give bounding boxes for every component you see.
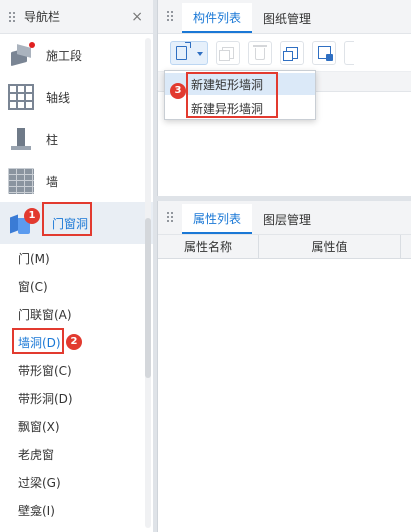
nav-subitem-strip-opening[interactable]: 带形洞(D): [0, 384, 153, 412]
chevron-down-icon[interactable]: [197, 51, 203, 56]
callout-badge-3: 3: [170, 83, 186, 99]
tab-component-list[interactable]: 构件列表: [182, 3, 253, 33]
menu-item-new-custom-opening[interactable]: 新建异形墙洞: [165, 97, 315, 119]
copy-component-button[interactable]: [216, 40, 240, 65]
navigation-panel: 导航栏 × 施工段 轴线 柱 墙 门窗洞 门(M) 窗(C) 门联窗(A) 墙洞…: [0, 0, 154, 532]
tab-layer-management[interactable]: 图层管理: [252, 204, 322, 234]
nav-subitem-door-window[interactable]: 门联窗(A): [0, 300, 153, 328]
callout-badge-1: 1: [24, 208, 40, 224]
close-icon[interactable]: ×: [131, 9, 143, 25]
nav-category-wall[interactable]: 墙: [0, 160, 153, 202]
drag-grip-icon[interactable]: [166, 10, 174, 22]
construction-segment-icon: [8, 42, 35, 68]
nav-subitem-bay-window[interactable]: 飘窗(X): [0, 412, 153, 440]
wall-icon: [8, 168, 34, 194]
callout-badge-2: 2: [66, 334, 82, 350]
nav-category-axis[interactable]: 轴线: [0, 76, 153, 118]
tab-drawing-management[interactable]: 图纸管理: [252, 3, 322, 33]
nav-category-column[interactable]: 柱: [0, 118, 153, 160]
trash-icon: [253, 45, 267, 60]
property-grid-header: 属性名称 属性值: [158, 235, 411, 259]
nav-category-door-window-opening[interactable]: 门窗洞: [0, 202, 153, 244]
nav-category-label: 轴线: [46, 90, 71, 105]
axis-grid-icon: [8, 84, 34, 110]
nav-subitem-niche[interactable]: 壁龛(I): [0, 496, 153, 524]
copy-icon: [219, 46, 234, 61]
new-document-icon: [176, 41, 191, 60]
component-tabbar: 构件列表 图纸管理: [158, 0, 411, 34]
nav-subitem-window[interactable]: 窗(C): [0, 272, 153, 300]
scrollbar-thumb[interactable]: [145, 218, 151, 378]
nav-category-construction-segment[interactable]: 施工段: [0, 34, 153, 76]
column-header-property-value[interactable]: 属性值: [259, 235, 401, 258]
duplicate-component-button[interactable]: [280, 40, 304, 65]
nav-subitem-strip-window[interactable]: 带形窗(C): [0, 356, 153, 384]
property-list-panel: 属性列表 图层管理 属性名称 属性值: [157, 201, 411, 532]
nav-category-label: 施工段: [46, 48, 83, 63]
column-icon: [8, 126, 34, 152]
new-component-dropdown: 新建矩形墙洞 新建异形墙洞: [164, 70, 316, 120]
nav-header: 导航栏 ×: [0, 0, 153, 34]
app-root: 导航栏 × 施工段 轴线 柱 墙 门窗洞 门(M) 窗(C) 门联窗(A) 墙洞…: [0, 0, 411, 532]
column-header-property-name[interactable]: 属性名称: [158, 235, 259, 258]
more-toolbar-button[interactable]: [344, 40, 354, 65]
drag-grip-icon[interactable]: [166, 211, 174, 223]
tab-property-list[interactable]: 属性列表: [182, 204, 253, 234]
nav-subitem-lintel[interactable]: 过梁(G): [0, 468, 153, 496]
menu-item-new-rect-opening[interactable]: 新建矩形墙洞: [165, 73, 315, 95]
nav-subitem-dormer-window[interactable]: 老虎窗: [0, 440, 153, 468]
drag-grip-icon[interactable]: [8, 10, 16, 23]
column-header-extra[interactable]: [401, 235, 411, 258]
notification-dot: [29, 42, 35, 48]
nav-title: 导航栏: [24, 10, 61, 24]
nav-subitem-door[interactable]: 门(M): [0, 244, 153, 272]
duplicate-icon: [283, 46, 298, 61]
nav-category-label: 柱: [46, 132, 59, 147]
component-toolbar: [158, 34, 411, 72]
delete-component-button[interactable]: [248, 40, 272, 65]
nav-category-label: 门窗洞: [52, 216, 89, 231]
layer-component-button[interactable]: [312, 40, 336, 65]
layer-icon: [317, 46, 333, 61]
property-tabbar: 属性列表 图层管理: [158, 201, 411, 235]
nav-scrollbar[interactable]: [145, 38, 151, 528]
new-component-button[interactable]: [170, 40, 208, 65]
nav-category-label: 墙: [46, 174, 59, 189]
